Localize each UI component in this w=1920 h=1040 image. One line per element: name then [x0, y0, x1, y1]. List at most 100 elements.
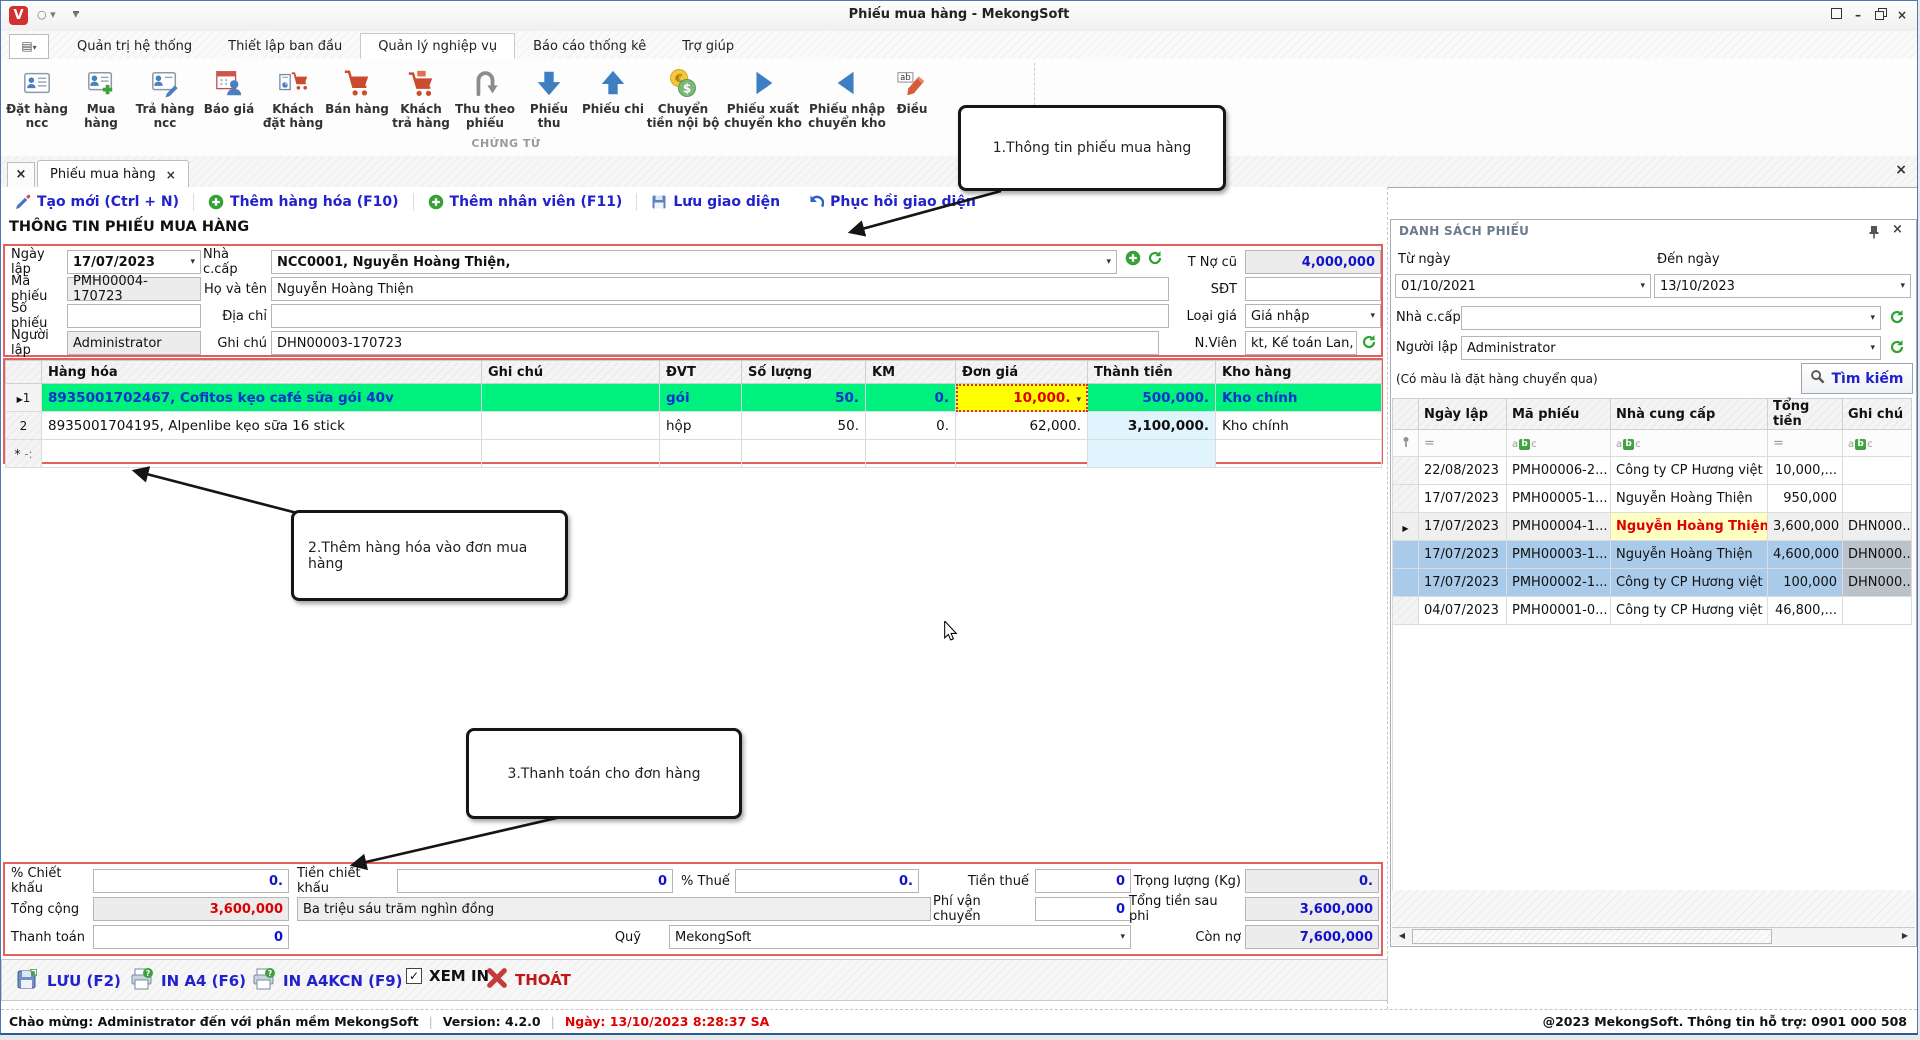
- cell-km[interactable]: 0.: [866, 384, 956, 412]
- fund-combo[interactable]: MekongSoft▾: [669, 925, 1131, 949]
- discount-amount-field[interactable]: 0: [397, 869, 673, 893]
- add-supplier-icon[interactable]: [1125, 250, 1141, 266]
- col-ghi-chu[interactable]: Ghi chú: [482, 361, 660, 384]
- col-so-luong[interactable]: Số lượng: [742, 361, 866, 384]
- checkbox-checked-icon[interactable]: ✓: [406, 968, 422, 984]
- document-tab-phieu-mua-hang[interactable]: Phiếu mua hàng ×: [37, 160, 189, 188]
- preview-checkbox[interactable]: ✓ XEM IN: [406, 967, 489, 985]
- quick-access-circle-icon[interactable]: ○ ▾: [37, 8, 56, 21]
- ribbon-button-thu-theo-phieu[interactable]: Thu theo phiếu: [453, 61, 517, 130]
- cell-note[interactable]: [482, 412, 660, 440]
- save-layout-button[interactable]: Lưu giao diện: [637, 194, 794, 210]
- application-menu-button[interactable]: ▤▾: [9, 34, 49, 59]
- filter-row[interactable]: = abc abc = abc: [1393, 430, 1912, 457]
- address-field[interactable]: [271, 304, 1169, 328]
- quick-access-customize-icon[interactable]: ▾: [73, 8, 79, 21]
- highlighted-supplier-cell[interactable]: Nguyễn Hoàng Thiện: [1611, 513, 1768, 541]
- cell-unit[interactable]: hộp: [660, 412, 742, 440]
- chevron-down-icon[interactable]: ▾: [1106, 257, 1111, 267]
- col-thanh-tien[interactable]: Thành tiền: [1088, 361, 1216, 384]
- col-hang-hoa[interactable]: Hàng hóa: [42, 361, 482, 384]
- cell-store[interactable]: Kho chính: [1216, 412, 1382, 440]
- ribbon-button-mua-hang[interactable]: Mua hàng: [69, 61, 133, 130]
- ribbon-button-khach-dat-hang[interactable]: Khách đặt hàng: [261, 61, 325, 130]
- col-kho-hang[interactable]: Kho hàng: [1216, 361, 1382, 384]
- col-don-gia[interactable]: Đơn giá: [956, 361, 1088, 384]
- refresh-icon[interactable]: [1889, 309, 1905, 325]
- cell-product[interactable]: 8935001704195, Alpenlibe kẹo sữa 16 stic…: [42, 412, 482, 440]
- col-km[interactable]: KM: [866, 361, 956, 384]
- col-tong-tien[interactable]: Tổng tiền: [1768, 399, 1843, 430]
- refresh-icon[interactable]: [1361, 334, 1377, 350]
- cell-price-selected[interactable]: 10,000.▾: [956, 384, 1088, 412]
- supplier-combo[interactable]: NCC0001, Nguyễn Hoàng Thiện,▾: [271, 250, 1117, 274]
- cell-note[interactable]: [482, 384, 660, 412]
- close-button[interactable]: ×: [1893, 7, 1911, 25]
- chevron-down-icon[interactable]: ▾: [1640, 281, 1645, 291]
- note-field[interactable]: DHN00003-170723: [271, 331, 1159, 355]
- price-type-combo[interactable]: Giá nhập▾: [1245, 304, 1381, 328]
- ribbon-button-khach-tra-hang[interactable]: Khách trả hàng: [389, 61, 453, 130]
- create-new-button[interactable]: Tạo mới (Ctrl + N): [1, 194, 193, 210]
- ribbon-button-phieu-chi[interactable]: Phiếu chi: [581, 61, 645, 116]
- cell-product[interactable]: 8935001702467, Cofitos kẹo café sữa gói …: [42, 384, 482, 412]
- tax-amount-field[interactable]: 0: [1035, 869, 1131, 893]
- restore-layout-button[interactable]: Phục hồi giao diện: [794, 194, 990, 210]
- receipt-row-selected[interactable]: ▶ 17/07/2023 PMH00004-1... Nguyễn Hoàng …: [1393, 513, 1912, 541]
- date-combo[interactable]: 17/07/2023▾: [67, 250, 201, 274]
- tax-pct-field[interactable]: 0.: [735, 869, 919, 893]
- ribbon-button-bao-gia[interactable]: Báo giá: [197, 61, 261, 116]
- phone-field[interactable]: [1245, 277, 1381, 301]
- chevron-down-icon[interactable]: ▾: [1870, 313, 1875, 323]
- to-date-combo[interactable]: 13/10/2023▾: [1654, 274, 1911, 298]
- ribbon-button-phieu-xuat-chuyen-kho[interactable]: Phiếu xuất chuyển kho: [721, 61, 805, 130]
- tab-tro-giup[interactable]: Trợ giúp: [664, 33, 752, 59]
- receipt-row-transferred[interactable]: 17/07/2023 PMH00003-1... Nguyễn Hoàng Th…: [1393, 541, 1912, 569]
- tab-quan-ly-nghiep-vu[interactable]: Quản lý nghiệp vụ: [360, 33, 515, 59]
- scrollbar-thumb[interactable]: [1412, 929, 1772, 944]
- paid-field[interactable]: 0: [93, 925, 289, 949]
- from-date-combo[interactable]: 01/10/2021▾: [1395, 274, 1651, 298]
- receipt-row[interactable]: 17/07/2023 PMH00005-1... Nguyễn Hoàng Th…: [1393, 485, 1912, 513]
- ribbon-button-dat-hang-ncc[interactable]: Đặt hàng ncc: [5, 61, 69, 130]
- tab-quan-tri-he-thong[interactable]: Quản trị hệ thống: [59, 33, 210, 59]
- restore-button[interactable]: [1871, 7, 1889, 25]
- refresh-icon[interactable]: [1147, 250, 1163, 266]
- supplier-filter-combo[interactable]: ▾: [1461, 306, 1881, 330]
- minimize-button[interactable]: –: [1849, 7, 1867, 25]
- receipt-row[interactable]: 22/08/2023 PMH00006-2... Công ty CP Hươn…: [1393, 457, 1912, 485]
- add-employee-button[interactable]: Thêm nhân viên (F11): [414, 194, 637, 210]
- ribbon-button-ban-hang[interactable]: Bán hàng: [325, 61, 389, 116]
- shipping-fee-field[interactable]: 0: [1035, 897, 1131, 921]
- chevron-down-icon[interactable]: ▾: [1120, 932, 1125, 942]
- tab-bao-cao-thong-ke[interactable]: Báo cáo thống kê: [515, 33, 664, 59]
- ribbon-button-tra-hang-ncc[interactable]: Trả hàng ncc: [133, 61, 197, 130]
- creator-filter-combo[interactable]: Administrator▾: [1461, 336, 1881, 360]
- discount-pct-field[interactable]: 0.: [93, 869, 289, 893]
- chevron-down-icon[interactable]: ▾: [190, 257, 195, 267]
- number-field[interactable]: [67, 304, 201, 328]
- col-ghi-chu[interactable]: Ghi chú: [1843, 399, 1912, 430]
- fullname-field[interactable]: Nguyễn Hoàng Thiện: [271, 277, 1169, 301]
- fullscreen-button[interactable]: [1827, 7, 1845, 25]
- scroll-left-icon[interactable]: ◀: [1394, 929, 1410, 943]
- chevron-down-icon[interactable]: ▾: [1900, 281, 1905, 291]
- cell-km[interactable]: 0.: [866, 412, 956, 440]
- col-ma-phieu[interactable]: Mã phiếu: [1507, 399, 1611, 430]
- print-a4-button[interactable]: ? IN A4 (F6): [130, 967, 246, 995]
- vertical-splitter[interactable]: [1387, 187, 1388, 1009]
- close-all-tabs-button[interactable]: ×: [7, 162, 35, 188]
- cell-unit[interactable]: gói: [660, 384, 742, 412]
- horizontal-scrollbar[interactable]: ◀ ▶: [1392, 927, 1915, 945]
- receipt-row[interactable]: 04/07/2023 PMH00001-0... Công ty CP Hươn…: [1393, 597, 1912, 625]
- ribbon-button-chuyen-tien-noi-bo[interactable]: €$ Chuyển tiền nội bộ: [645, 61, 721, 130]
- scroll-right-icon[interactable]: ▶: [1897, 929, 1913, 943]
- cell-qty[interactable]: 50.: [742, 384, 866, 412]
- employee-combo[interactable]: kt, Kế toán Lan, 09▾: [1245, 331, 1357, 355]
- search-button[interactable]: Tìm kiếm: [1801, 363, 1913, 394]
- chevron-down-icon[interactable]: ▾: [1076, 395, 1081, 405]
- grid-row-2[interactable]: 2 8935001704195, Alpenlibe kẹo sữa 16 st…: [6, 412, 1382, 440]
- chevron-down-icon[interactable]: ▾: [1370, 311, 1375, 321]
- cell-store[interactable]: Kho chính: [1216, 384, 1382, 412]
- ribbon-button-phieu-nhap-chuyen-kho[interactable]: Phiếu nhập chuyển kho: [805, 61, 889, 130]
